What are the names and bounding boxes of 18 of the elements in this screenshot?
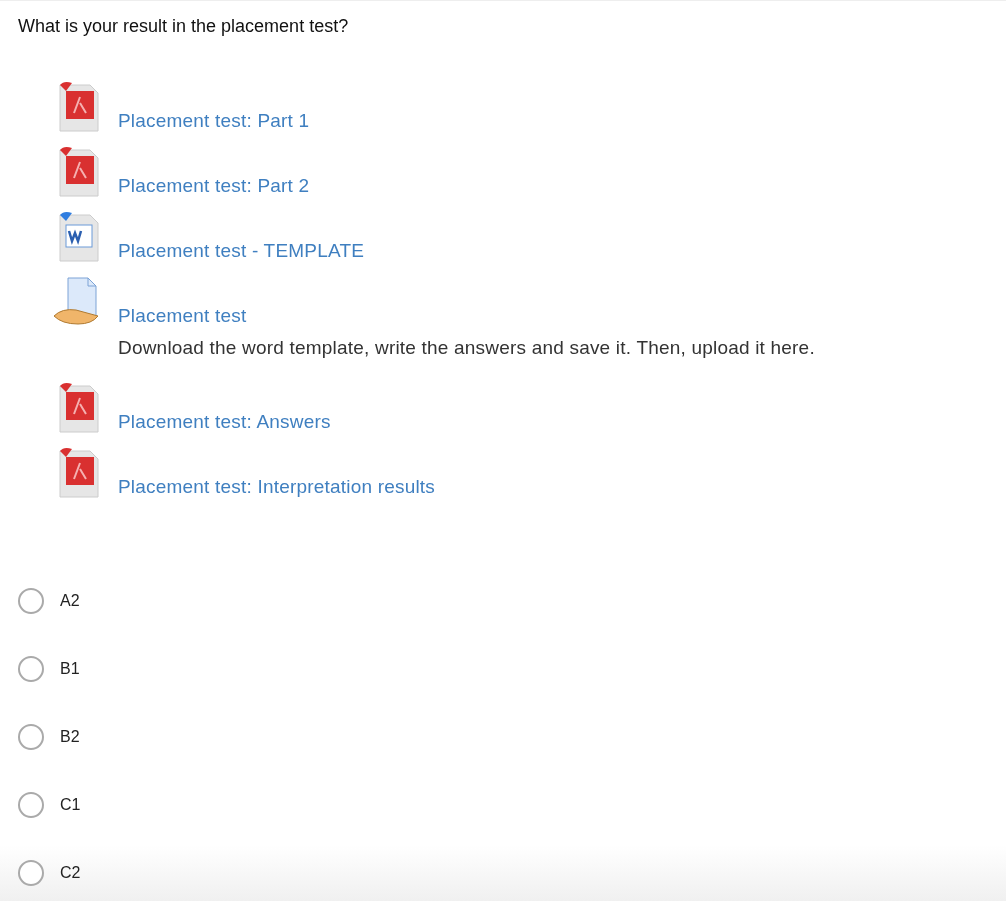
resource-link[interactable]: Placement test: Answers [118, 410, 331, 434]
option-label: C1 [60, 794, 81, 815]
radio-button[interactable] [18, 655, 44, 682]
option-label: B1 [60, 658, 80, 679]
option-label: A2 [60, 590, 80, 611]
radio-button[interactable] [18, 859, 44, 886]
question-text: What is your result in the placement test? [0, 0, 1006, 40]
assignment-description: Download the word template, write the answers and save it. Then, upload it here. [118, 336, 816, 360]
option-label: C2 [60, 862, 81, 883]
radio-button[interactable] [18, 723, 44, 750]
resource-link[interactable]: Placement test [118, 305, 247, 328]
radio-button[interactable] [18, 791, 44, 818]
option-label: B2 [60, 726, 80, 747]
resource-link[interactable]: Placement test: Part 1 [118, 110, 310, 133]
radio-button[interactable] [18, 587, 44, 614]
resource-link[interactable]: Placement test - TEMPLATE [118, 240, 365, 263]
resource-link[interactable]: Placement test: Interpretation results [118, 475, 436, 499]
resource-link[interactable]: Placement test: Part 2 [118, 175, 310, 198]
